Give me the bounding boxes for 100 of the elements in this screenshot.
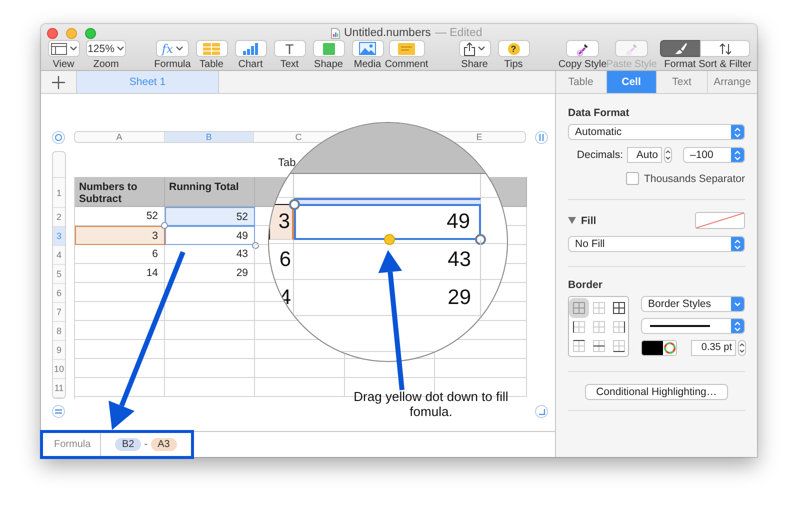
color-swatch	[642, 341, 664, 355]
chart-button[interactable]	[234, 40, 266, 57]
table-cell: 52	[165, 207, 255, 226]
row-header[interactable]: 11	[53, 379, 65, 398]
line-style-dropdown[interactable]	[641, 318, 745, 334]
row-header[interactable]: 5	[53, 265, 65, 284]
table-title: Tab	[278, 157, 296, 169]
section-label: Data Format	[568, 107, 630, 119]
note-icon	[398, 42, 415, 54]
toolbar-label: Shape	[314, 59, 343, 70]
cell-reference-token[interactable]: A3	[150, 438, 177, 451]
add-row-button[interactable]	[52, 405, 65, 418]
view-button[interactable]	[48, 40, 80, 57]
table-cell: 14	[75, 264, 165, 283]
decimals-label: Decimals:	[576, 149, 623, 161]
plus-icon	[52, 76, 65, 88]
row-header[interactable]: 3	[53, 227, 65, 246]
conditional-highlighting-button[interactable]: Conditional Highlighting…	[585, 384, 728, 400]
color-well[interactable]	[641, 340, 677, 356]
media-button[interactable]	[352, 40, 384, 57]
section-label: Border	[568, 279, 602, 291]
toolbar-label: Share	[461, 59, 488, 70]
fill-swatch[interactable]	[695, 212, 745, 229]
minimize-button[interactable]	[66, 28, 77, 38]
column-header[interactable]: C	[295, 132, 302, 142]
formula-button[interactable]: fx	[156, 40, 189, 57]
updown-arrows-icon	[731, 237, 744, 251]
disclosure-triangle-icon[interactable]	[568, 217, 576, 224]
row-header[interactable]: 1	[53, 178, 65, 208]
circle-icon	[55, 134, 62, 141]
operator: -	[144, 439, 148, 450]
row-header[interactable]: 9	[53, 341, 65, 360]
document-icon	[331, 28, 340, 38]
formula-label: Formula	[41, 432, 101, 456]
magnified-cell: 6	[269, 240, 294, 280]
format-dropdown[interactable]: Automatic	[568, 124, 745, 140]
comment-button[interactable]	[388, 40, 424, 57]
toolbar-label: View	[52, 59, 74, 70]
fullscreen-button[interactable]	[85, 28, 96, 38]
border-preset-icon[interactable]	[612, 300, 626, 314]
lines-icon	[55, 409, 62, 414]
corner-icon	[538, 408, 544, 414]
cell-reference-token[interactable]: B2	[115, 438, 142, 451]
chevron-down-icon	[731, 297, 744, 311]
fill-handle-dot[interactable]	[384, 234, 395, 245]
negative-format-dropdown[interactable]: –100	[683, 147, 745, 163]
inspector-tab[interactable]: Table	[556, 71, 606, 93]
format-button[interactable]	[660, 40, 700, 57]
close-button[interactable]	[47, 28, 58, 38]
paintbrush-icon	[674, 42, 688, 55]
share-button[interactable]	[458, 40, 490, 57]
eyedropper-icon	[626, 42, 638, 56]
header-cell: Running Total	[165, 177, 255, 207]
row-header[interactable]: 4	[53, 246, 65, 265]
table-select-button[interactable]	[52, 131, 65, 144]
copy-style-button[interactable]	[566, 40, 599, 57]
resize-handle-button[interactable]	[535, 405, 548, 418]
picture-icon	[359, 42, 376, 55]
selection-handle[interactable]	[161, 222, 168, 229]
inspector-tab[interactable]: Text	[656, 71, 706, 93]
toolbar-label: Tips	[504, 59, 523, 70]
table-cell: 29	[165, 264, 255, 283]
row-header[interactable]: 6	[53, 284, 65, 303]
sheet-tab[interactable]: Sheet 1	[77, 71, 219, 93]
text-button[interactable]: T	[274, 40, 306, 57]
updown-arrows-icon	[731, 125, 744, 139]
fill-dropdown[interactable]: No Fill	[568, 236, 745, 252]
header-cell: Numbers to Subtract	[75, 177, 165, 207]
selection-handle[interactable]	[475, 234, 486, 245]
row-header[interactable]: 8	[53, 322, 65, 341]
border-styles-dropdown[interactable]: Border Styles	[641, 296, 745, 312]
sort-filter-button[interactable]	[700, 40, 750, 57]
decimals-field[interactable]: Auto	[627, 147, 662, 163]
magnified-cell: 29	[294, 280, 481, 316]
add-column-button[interactable]	[535, 131, 548, 144]
updown-arrows-icon	[731, 319, 744, 333]
toolbar-label: Media	[354, 59, 382, 70]
toolbar-label: Comment	[384, 59, 428, 70]
toolbar-label: Table	[200, 59, 224, 70]
border-width-field[interactable]: 0.35 pt	[691, 340, 736, 356]
inspector-tab[interactable]: Cell	[606, 71, 656, 93]
table-icon	[203, 42, 220, 54]
formula-field[interactable]: B2 - A3	[101, 436, 177, 453]
toolbar-label: Zoom	[93, 59, 119, 70]
tips-button[interactable]: ?	[498, 40, 530, 57]
row-header[interactable]: 7	[53, 303, 65, 322]
section-label: Fill	[581, 214, 596, 226]
stepper[interactable]	[738, 340, 746, 356]
zoom-button[interactable]: 125%	[86, 40, 126, 57]
selection-handle[interactable]	[289, 199, 300, 210]
window-layout-icon	[50, 42, 66, 54]
column-header[interactable]: B	[206, 132, 212, 142]
checkbox[interactable]	[626, 172, 639, 185]
stepper[interactable]	[664, 147, 672, 163]
row-header[interactable]: 10	[53, 360, 65, 379]
toolbar-label: Text	[280, 59, 299, 70]
column-header[interactable]: E	[476, 132, 482, 142]
window-title: Untitled.numbers	[344, 27, 431, 39]
inspector-tab[interactable]: Arrange	[706, 71, 757, 93]
column-header[interactable]: A	[116, 132, 122, 142]
